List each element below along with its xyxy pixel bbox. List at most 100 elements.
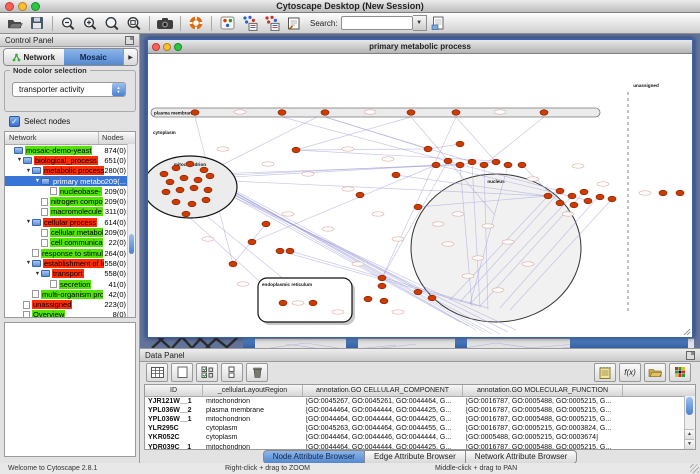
cell[interactable]: [GO:0016787, GO:0005488, GO:0005215, G..…: [463, 398, 623, 405]
tab-network[interactable]: Network: [4, 49, 64, 65]
cell[interactable]: [GO:0044464, GO:0044446, GO:0044444, G..…: [303, 434, 463, 441]
tree-col-network[interactable]: Network: [5, 132, 99, 144]
float-panel-icon[interactable]: [686, 351, 695, 360]
vizmapper-button[interactable]: [217, 14, 237, 33]
delete-attribute-button[interactable]: [246, 363, 268, 382]
network-node[interactable]: [414, 204, 422, 210]
table-scrollbar-thumb[interactable]: [686, 397, 693, 415]
tree-row-secretion[interactable]: secretion41(0): [5, 279, 135, 289]
tree-expander-icon[interactable]: ▼: [25, 168, 32, 174]
cell[interactable]: [GO:0045263, GO:0044464, GO:0044455, G..…: [303, 425, 463, 432]
network-node[interactable]: [378, 283, 386, 289]
network-node[interactable]: [392, 172, 400, 178]
cell[interactable]: YJR121W__1: [145, 398, 203, 405]
network-node[interactable]: [444, 158, 452, 164]
import-network-button[interactable]: [239, 14, 259, 33]
column-header-3[interactable]: annotation.GO MOLECULAR_FUNCTION: [463, 385, 623, 396]
help-button[interactable]: [186, 14, 206, 33]
create-attribute-button[interactable]: [171, 363, 193, 382]
table-row-YJR121W__1[interactable]: YJR121W__1mitochondrion[GO:0045267, GO:0…: [145, 397, 695, 406]
network-node[interactable]: [172, 165, 180, 171]
tree-expander-icon[interactable]: ▼: [25, 260, 32, 266]
cell[interactable]: cytoplasm: [203, 434, 303, 441]
resize-grip[interactable]: [690, 464, 699, 473]
network-node[interactable]: [160, 171, 168, 177]
tree-row-macromolecule[interactable]: macromolecule311(0): [5, 207, 135, 217]
tree-expander-icon[interactable]: ▼: [34, 178, 41, 184]
table-row-YKR052C[interactable]: YKR052Ccytoplasm[GO:0044464, GO:0044446,…: [145, 433, 695, 442]
cell[interactable]: [GO:0045267, GO:0045261, GO:0044464, G..…: [303, 398, 463, 405]
heatmap-button[interactable]: [669, 363, 691, 382]
tree-row-unassigned[interactable]: unassigned223(0): [5, 299, 135, 309]
cell[interactable]: [GO:0016787, GO:0005488, GO:0005215, G..…: [463, 407, 623, 414]
network-node[interactable]: [200, 167, 208, 173]
network-node[interactable]: [286, 248, 294, 254]
network-node[interactable]: [608, 196, 616, 202]
network-node[interactable]: [190, 185, 198, 191]
network-node[interactable]: [292, 147, 300, 153]
network-node[interactable]: [504, 162, 512, 168]
float-panel-icon[interactable]: [125, 36, 134, 45]
network-node[interactable]: [206, 173, 214, 179]
tab-network-attribute-browser[interactable]: Network Attribute Browser: [466, 450, 577, 464]
save-session-button[interactable]: [27, 14, 47, 33]
network-node[interactable]: [172, 199, 180, 205]
search-input[interactable]: [341, 16, 413, 30]
cell[interactable]: [GO:0016787, GO:0005488, GO:0005215, G..…: [463, 416, 623, 423]
tree-row-establishment-of-lo[interactable]: ▼establishment of lo558(0): [5, 258, 135, 268]
network-node[interactable]: [194, 177, 202, 183]
network-node[interactable]: [570, 202, 578, 208]
network-node[interactable]: [676, 190, 684, 196]
network-node[interactable]: [428, 295, 436, 301]
network-node[interactable]: [229, 261, 237, 267]
open-session-button[interactable]: [5, 14, 25, 33]
network-node[interactable]: [180, 175, 188, 181]
tree-row-nitrogen-compo[interactable]: nitrogen compo209(0): [5, 196, 135, 206]
network-node[interactable]: [278, 110, 286, 116]
network-node[interactable]: [540, 110, 548, 116]
network-node[interactable]: [364, 296, 372, 302]
tree-scrollbar[interactable]: [127, 144, 135, 317]
network-node[interactable]: [204, 187, 212, 193]
tree-row-overview[interactable]: Overview8(0): [5, 310, 135, 318]
network-node[interactable]: [162, 189, 170, 195]
canvas-resize-grip[interactable]: [684, 329, 690, 335]
network-node[interactable]: [276, 248, 284, 254]
attribute-pair-button[interactable]: [221, 363, 243, 382]
network-node[interactable]: [309, 300, 317, 306]
tab-overflow-arrow[interactable]: ▶: [123, 49, 137, 65]
table-row-YPL036W__1[interactable]: YPL036W__1mitochondrion[GO:0044464, GO:0…: [145, 415, 695, 424]
tree-expander-icon[interactable]: ▼: [25, 219, 32, 225]
table-scrollbar[interactable]: ▲ ▼: [684, 396, 695, 449]
tree-scrollbar-thumb[interactable]: [129, 234, 134, 254]
cell[interactable]: [GO:0005488, GO:0005215, GO:0003674]: [463, 434, 623, 441]
tree-col-nodes[interactable]: Nodes: [99, 132, 135, 144]
tree-row-mosaic-demo-yeast[interactable]: mosaic-demo-yeast874(0): [5, 145, 135, 155]
tree-row-nucleobase-[interactable]: nucleobase-209(0): [5, 186, 135, 196]
tree-row-metabolic-process[interactable]: ▼metabolic process280(0): [5, 166, 135, 176]
tree-row-cellular-process[interactable]: ▼cellular process614(0): [5, 217, 135, 227]
import-table-button[interactable]: [261, 14, 281, 33]
tree-row-biological-process[interactable]: ▼biological_process651(0): [5, 155, 135, 165]
network-node[interactable]: [580, 189, 588, 195]
cell[interactable]: YLR295C: [145, 425, 203, 432]
network-node[interactable]: [248, 239, 256, 245]
cell[interactable]: mitochondrion: [203, 398, 303, 405]
network-node[interactable]: [468, 159, 476, 165]
network-node[interactable]: [480, 162, 488, 168]
cell[interactable]: [GO:0016787, GO:0005215, GO:0003824, G..…: [463, 425, 623, 432]
network-node[interactable]: [378, 275, 386, 281]
tree-row-transport[interactable]: ▼transport558(0): [5, 269, 135, 279]
network-node[interactable]: [584, 198, 592, 204]
network-node[interactable]: [596, 194, 604, 200]
network-node[interactable]: [176, 187, 184, 193]
network-node[interactable]: [414, 289, 422, 295]
network-node[interactable]: [202, 197, 210, 203]
annotation-button[interactable]: [283, 14, 303, 33]
cell[interactable]: YPL036W__1: [145, 416, 203, 423]
network-node[interactable]: [556, 188, 564, 194]
cell[interactable]: mitochondrion: [203, 416, 303, 423]
select-nodes-checkbox[interactable]: ✓: [9, 116, 20, 127]
network-node[interactable]: [518, 162, 526, 168]
snapshot-button[interactable]: [155, 14, 175, 33]
